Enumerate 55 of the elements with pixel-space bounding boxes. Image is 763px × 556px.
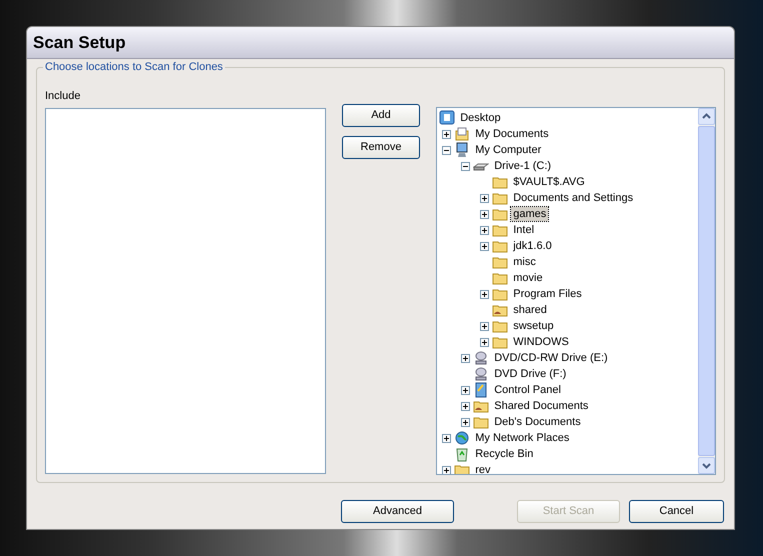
expand-icon[interactable] [480,290,490,298]
tree-item[interactable]: My Documents [473,127,551,141]
expand-icon[interactable] [480,226,490,234]
expand-icon[interactable] [442,466,452,474]
expand-icon[interactable] [461,402,470,410]
tree-item[interactable]: My Network Places [473,431,572,445]
computer-icon [454,142,470,158]
tree-item[interactable]: WINDOWS [511,335,571,349]
tree-item[interactable]: misc [511,255,538,269]
expand-icon[interactable] [442,130,452,138]
expand-icon[interactable] [480,194,490,202]
tree-item[interactable]: Recycle Bin [473,447,536,461]
tree-item[interactable]: Program Files [511,287,584,301]
tree-item[interactable]: Desktop [458,111,503,125]
expand-icon[interactable] [480,322,490,330]
tree-item[interactable]: Shared Documents [492,399,590,413]
tree-item[interactable]: Documents and Settings [511,191,636,205]
disc-drive-icon [473,350,490,366]
scroll-up-icon[interactable] [698,108,715,125]
recycle-bin-icon [454,446,470,462]
tree-item[interactable]: DVD/CD-RW Drive (E:) [492,351,610,365]
tree-item[interactable]: Deb's Documents [492,415,583,429]
push-button[interactable]: Remove [342,136,420,159]
disc-drive-icon [473,366,490,382]
expand-icon[interactable] [461,354,470,362]
tree-item[interactable]: games [511,207,548,221]
include-label: Include [45,89,82,104]
push-button[interactable]: Advanced [341,500,454,523]
tree-item[interactable]: jdk1.6.0 [511,239,554,253]
scroll-down-icon[interactable] [698,457,715,474]
tree-item[interactable]: shared [511,303,549,317]
tree-item[interactable]: $VAULT$.AVG [511,175,587,189]
collapse-icon[interactable] [442,146,452,154]
expand-icon[interactable] [480,210,490,218]
expand-icon[interactable] [461,386,470,394]
tree-item[interactable]: DVD Drive (F:) [492,367,568,381]
collapse-icon[interactable] [461,162,470,170]
tree-item[interactable]: movie [511,271,545,285]
tree-item[interactable]: Control Panel [492,383,563,397]
tree-item[interactable]: rev [473,463,493,474]
control-panel-icon [473,382,490,398]
window-title: Scan Setup [27,27,734,59]
expand-icon[interactable] [442,434,452,442]
expand-icon[interactable] [480,338,490,346]
expand-icon[interactable] [461,418,470,426]
expand-icon[interactable] [480,242,490,250]
desktop-icon [439,110,456,126]
documents-icon [454,126,470,142]
tree-item[interactable]: swsetup [511,319,556,333]
tree-item[interactable]: Intel [511,223,536,237]
push-button[interactable]: Cancel [629,500,724,523]
push-button[interactable]: Add [342,104,420,127]
tree-item[interactable]: Drive-1 (C:) [492,159,554,173]
tree-item[interactable]: My Computer [473,143,544,157]
network-icon [454,430,470,446]
